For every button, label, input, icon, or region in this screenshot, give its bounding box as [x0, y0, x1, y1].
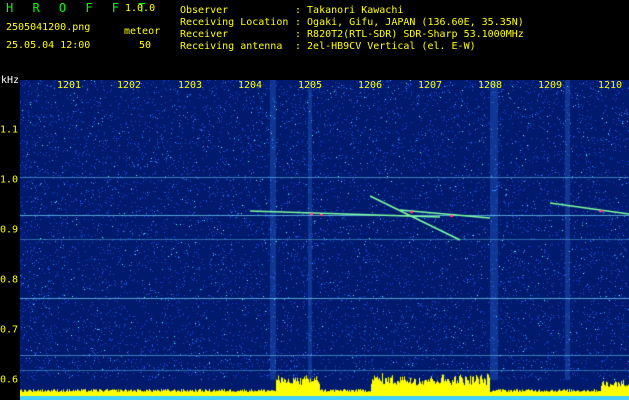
y-tick-label: 1.1: [0, 124, 19, 136]
y-tick-label: 0.7: [0, 324, 19, 336]
location-label: Receiving Location: [180, 17, 289, 28]
x-tick-label: 1209: [537, 80, 563, 91]
app-version: 1.0.0: [125, 3, 156, 14]
spectrogram-canvas: [20, 80, 629, 400]
antenna-value: : 2el-HB9CV Vertical (el. E-W): [295, 41, 476, 52]
x-tick-label: 1201: [56, 80, 82, 91]
location-value: : Ogaki, Gifu, JAPAN (136.60E, 35.35N): [295, 17, 524, 28]
y-tick-label: 1.0: [0, 174, 19, 186]
y-tick-label: 0.9: [0, 224, 19, 236]
y-axis-unit: kHz: [1, 75, 20, 86]
x-tick-label: 1208: [477, 80, 503, 91]
y-tick-label: 0.6: [0, 374, 19, 386]
file-datetime: 25.05.04 12:00: [6, 40, 91, 51]
x-tick-label: 1202: [116, 80, 142, 91]
x-tick-label: 1206: [357, 80, 383, 91]
file-name: 2505041200.png: [6, 22, 91, 33]
x-tick-label: 1205: [297, 80, 323, 91]
spectrogram: [20, 80, 629, 400]
x-tick-label: 1203: [177, 80, 203, 91]
observer-value: : Takanori Kawachi: [295, 5, 404, 16]
receiver-label: Receiver: [180, 29, 229, 40]
y-tick-label: 0.8: [0, 274, 19, 286]
receiver-value: : R820T2(RTL-SDR) SDR-Sharp 53.1000MHz: [295, 29, 524, 40]
antenna-label: Receiving antenna: [180, 41, 283, 52]
mode-label: meteor: [124, 26, 161, 37]
observer-label: Observer: [180, 5, 229, 16]
x-tick-label: 1207: [417, 80, 443, 91]
x-tick-label: 1204: [237, 80, 263, 91]
x-tick-label: 1210: [597, 80, 623, 91]
mode-value: 50: [139, 40, 152, 51]
